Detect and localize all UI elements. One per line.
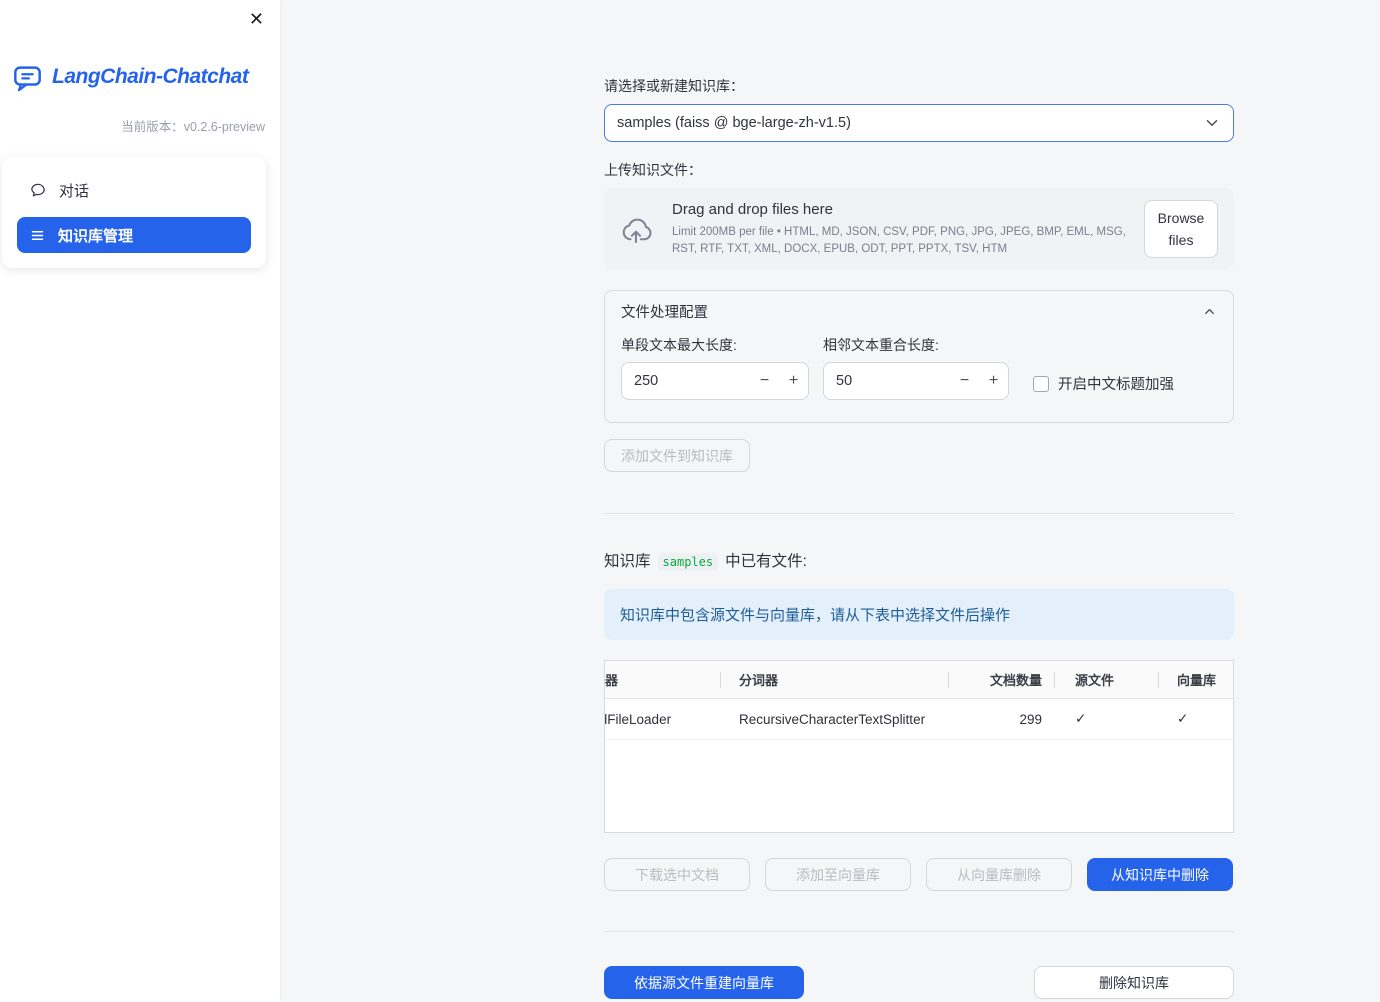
chevron-down-icon [1203,114,1221,132]
overlap-field: 相邻文本重合长度: 50 − + [823,335,1009,400]
overlap-value[interactable]: 50 [836,373,852,389]
overlap-input[interactable]: 50 − + [823,362,1009,400]
app-root: ✕ LangChain-Chatchat 当前版本：v0.2.6-preview… [0,0,1380,1002]
existing-suffix: 中已有文件: [725,553,807,570]
divider [604,931,1234,932]
dropzone-hint: Limit 200MB per file • HTML, MD, JSON, C… [672,225,1126,255]
add-files-to-kb-button[interactable]: 添加文件到知识库 [604,439,750,472]
upload-label: 上传知识文件： [604,162,702,178]
table-row[interactable]: UnstructuredFileLoader RecursiveCharacte… [605,699,1233,740]
minus-icon[interactable]: − [750,363,779,399]
files-table[interactable]: 文档加载器 分词器 文档数量 源文件 向量库 UnstructuredFileL… [604,660,1234,833]
cell-vector-store-check: ✓ [1177,711,1189,726]
cell-source-file-check: ✓ [1075,711,1087,726]
sidebar-item-label: 知识库管理 [58,227,134,245]
column-header-vector-store[interactable]: 向量库 [1158,661,1233,698]
file-action-buttons: 下载选中文档 添加至向量库 从向量库删除 从知识库中删除 [604,858,1234,891]
add-to-vector-store-button[interactable]: 添加至向量库 [765,858,911,891]
kb-name-code: samples [657,553,719,571]
delete-kb-button[interactable]: 删除知识库 [1034,966,1234,999]
cell-loader: UnstructuredFileLoader [605,711,672,727]
kb-select-label: 请选择或新建知识库： [604,78,744,94]
list-icon [30,228,45,243]
overlap-steppers: − + [950,363,1008,399]
info-banner: 知识库中包含源文件与向量库，请从下表中选择文件后操作 [604,589,1234,640]
sidebar-item-label: 对话 [59,182,90,200]
rebuild-vector-store-button[interactable]: 依据源文件重建向量库 [604,966,804,999]
file-config-expander: 文件处理配置 单段文本最大长度: 250 − + 相邻文本重合长度: 50 − … [604,290,1234,423]
files-table-header: 文档加载器 分词器 文档数量 源文件 向量库 [605,661,1233,699]
chat-bubble-icon [30,182,46,198]
cloud-upload-icon [620,214,656,244]
dropzone-title: Drag and drop files here [672,200,833,218]
sidebar-item-dialogue[interactable]: 对话 [17,172,251,208]
cell-splitter: RecursiveCharacterTextSplitter [739,711,926,727]
file-config-body: 单段文本最大长度: 250 − + 相邻文本重合长度: 50 − + 开启中文标… [605,331,1233,422]
max-length-value[interactable]: 250 [634,373,658,389]
kb-action-buttons: 依据源文件重建向量库 删除知识库 [604,966,1234,999]
kb-selectbox[interactable]: samples (faiss @ bge-large-zh-v1.5) [604,104,1234,142]
download-selected-button[interactable]: 下载选中文档 [604,858,750,891]
delete-from-vector-store-button[interactable]: 从向量库删除 [926,858,1072,891]
checkbox-box[interactable] [1033,375,1049,392]
max-length-input[interactable]: 250 − + [621,362,809,400]
zh-title-enhance-checkbox[interactable]: 开启中文标题加强 [1033,335,1174,400]
file-config-expander-header[interactable]: 文件处理配置 [605,291,1233,331]
logo: LangChain-Chatchat [12,62,270,92]
max-length-label: 单段文本最大长度: [621,337,737,353]
file-config-title: 文件处理配置 [621,304,708,321]
logo-text: LangChain-Chatchat [52,65,249,88]
version-text: 当前版本：v0.2.6-preview [0,116,265,135]
max-length-steppers: − + [750,363,808,399]
browse-files-button[interactable]: Browse files [1144,199,1218,259]
cell-doc-count: 299 [1019,711,1042,727]
sidebar: ✕ LangChain-Chatchat 当前版本：v0.2.6-preview… [0,0,280,1002]
chat-logo-icon [12,62,43,92]
sidebar-item-kb-management[interactable]: 知识库管理 [17,217,251,253]
divider [604,513,1234,514]
chevron-up-icon [1202,304,1217,319]
main-content: 请选择或新建知识库： samples (faiss @ bge-large-zh… [280,0,1380,1002]
max-length-field: 单段文本最大长度: 250 − + [621,335,809,400]
column-header-source-file[interactable]: 源文件 [1054,661,1158,698]
checkbox-label: 开启中文标题加强 [1058,377,1174,393]
existing-files-heading: 知识库 samples 中已有文件: [604,549,1234,571]
kb-selectbox-value: samples (faiss @ bge-large-zh-v1.5) [617,115,851,131]
version-value: v0.2.6-preview [183,120,265,134]
sidebar-close-button[interactable]: ✕ [245,6,268,32]
plus-icon[interactable]: + [779,363,808,399]
sidebar-menu: 对话 知识库管理 [2,157,266,268]
delete-from-kb-button[interactable]: 从知识库中删除 [1087,858,1233,891]
column-header-doc-count[interactable]: 文档数量 [948,661,1054,698]
plus-icon[interactable]: + [979,363,1008,399]
file-dropzone[interactable]: Drag and drop files here Limit 200MB per… [604,188,1234,270]
column-header-loader[interactable]: 文档加载器 [605,661,720,698]
version-label: 当前版本： [121,120,184,134]
minus-icon[interactable]: − [950,363,979,399]
overlap-label: 相邻文本重合长度: [823,337,939,353]
existing-prefix: 知识库 [604,553,651,570]
dropzone-text: Drag and drop files here Limit 200MB per… [672,201,1144,257]
column-header-splitter[interactable]: 分词器 [720,661,948,698]
